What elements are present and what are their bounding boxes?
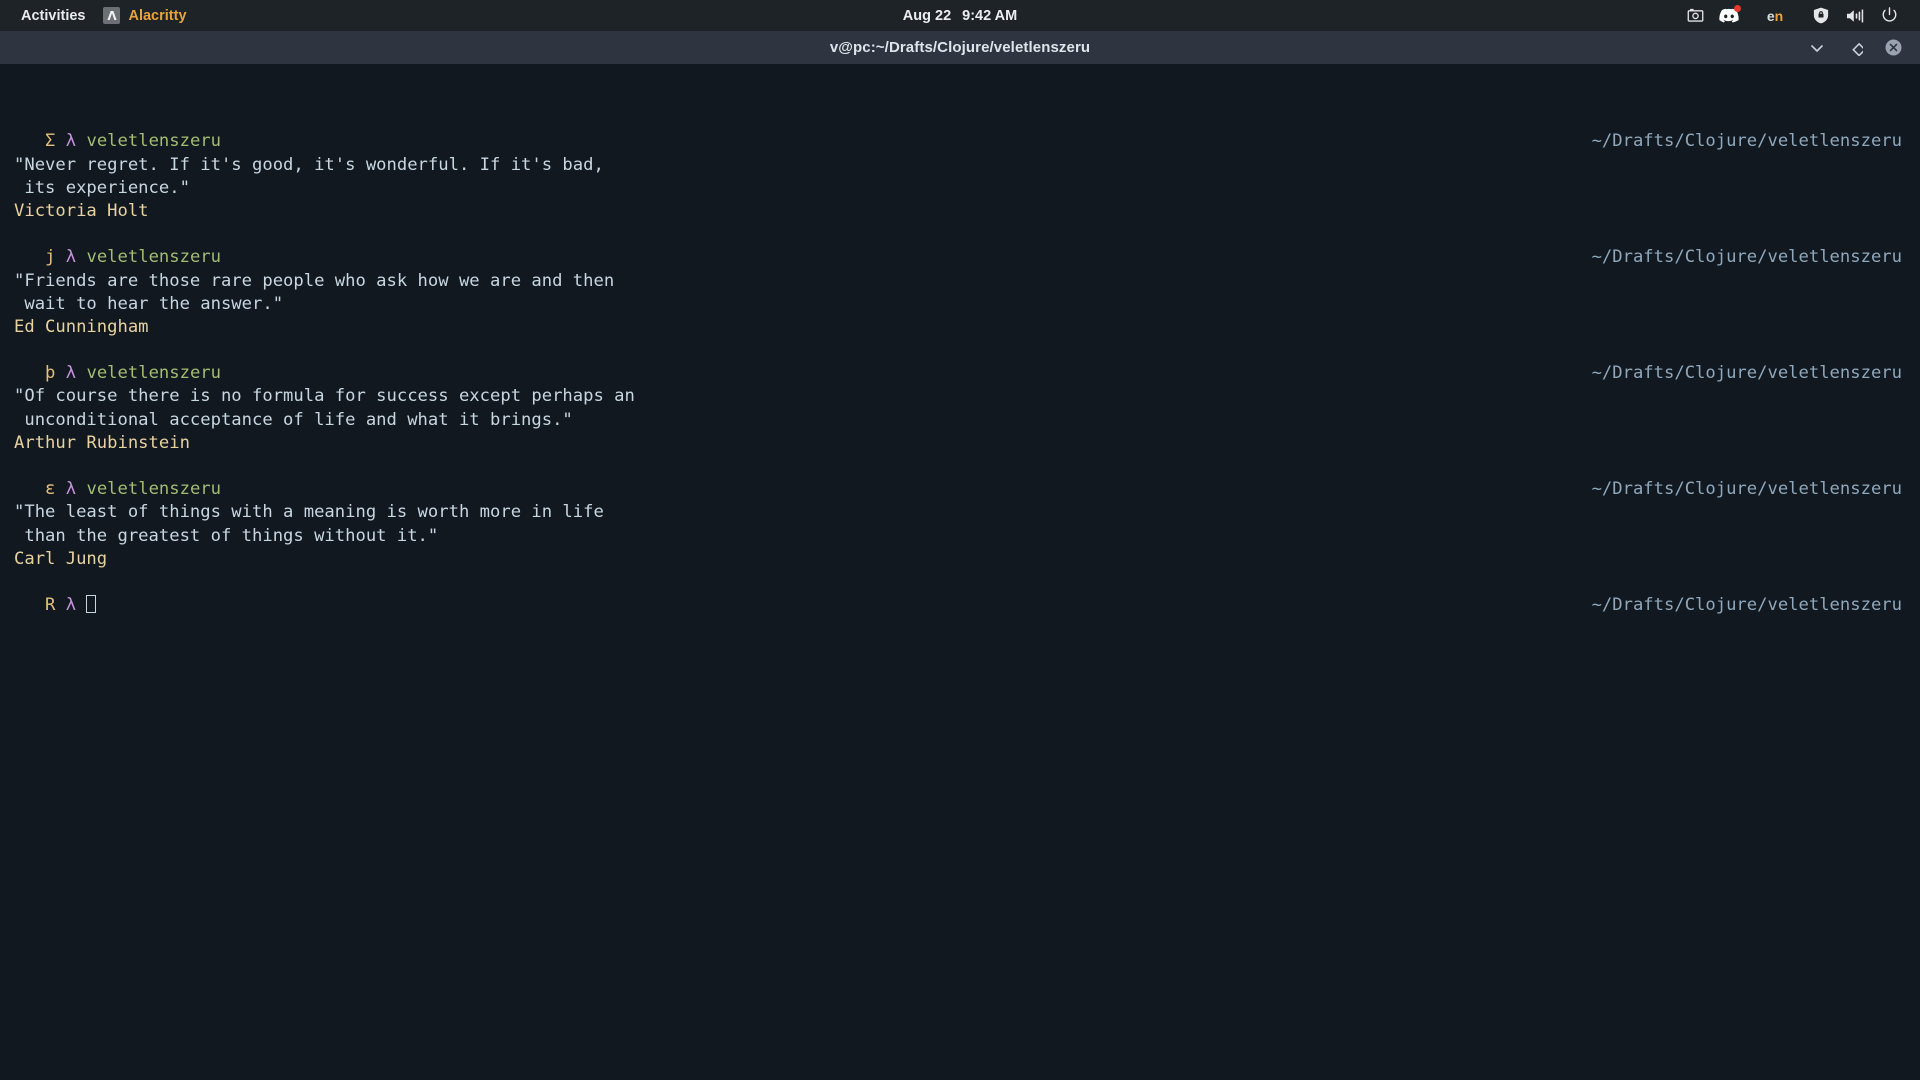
window-title: v@pc:~/Drafts/Clojure/veletlenszeru (829, 39, 1091, 56)
app-menu-button[interactable]: Λ Alacritty (94, 0, 195, 31)
window-titlebar[interactable]: v@pc:~/Drafts/Clojure/veletlenszeru (0, 31, 1920, 64)
clock-button[interactable]: Aug 22 9:42 AM (895, 8, 1025, 24)
prompt-lambda-icon: λ (65, 131, 77, 152)
close-button[interactable] (1882, 37, 1904, 59)
quote-text-line: "Friends are those rare people who ask h… (14, 270, 615, 291)
prompt-lambda-icon: λ (65, 595, 77, 616)
clock-time: 9:42 AM (962, 7, 1018, 24)
quote-text-line: "Of course there is no formula for succe… (14, 386, 635, 407)
maximize-button[interactable] (1844, 37, 1866, 59)
prompt-directory: veletlenszeru (86, 479, 222, 500)
quote-author: Carl Jung (14, 548, 108, 569)
minimize-button[interactable] (1806, 37, 1828, 59)
quote-text-line: "Never regret. If it's good, it's wonder… (14, 154, 604, 175)
language-indicator-part1: e (1766, 7, 1775, 24)
prompt-directory: veletlenszeru (86, 363, 222, 384)
volume-icon[interactable] (1838, 0, 1872, 31)
prompt-indent (14, 131, 45, 151)
shell-prompt-line: j λ veletlenszeru ~/Drafts/Clojure/veletl… (0, 246, 1920, 269)
quote-block: Σ λ veletlenszeru ~/Drafts/Clojure/veletl… (0, 130, 1920, 223)
prompt-lambda-icon: λ (65, 479, 77, 500)
prompt-symbol: þ (45, 363, 56, 384)
terminal-output[interactable]: Σ λ veletlenszeru ~/Drafts/Clojure/veletl… (0, 64, 1920, 1080)
discord-notification-badge (1734, 5, 1741, 12)
shell-prompt-line-active[interactable]: R λ ~/Drafts/Clojure/veletlenszeru (0, 594, 1920, 617)
top-bar-left-group: Activities Λ Alacritty (12, 0, 196, 31)
app-menu-label: Alacritty (128, 7, 187, 24)
prompt-directory: veletlenszeru (86, 247, 222, 268)
screenshot-icon[interactable] (1678, 0, 1712, 31)
window-controls (1806, 37, 1920, 59)
quote-text-line: "The least of things with a meaning is w… (14, 502, 604, 523)
prompt-cwd-right: ~/Drafts/Clojure/veletlenszeru (1591, 479, 1902, 500)
prompt-symbol: ε (45, 479, 56, 500)
quote-author: Arthur Rubinstein (14, 432, 190, 453)
prompt-indent (14, 247, 45, 267)
prompt-lambda-icon: λ (65, 247, 77, 268)
prompt-symbol: j (45, 247, 56, 268)
quote-block: þ λ veletlenszeru ~/Drafts/Clojure/veletl… (0, 362, 1920, 455)
quote-author: Ed Cunningham (14, 316, 149, 337)
shell-prompt-line: ε λ veletlenszeru ~/Drafts/Clojure/veletl… (0, 478, 1920, 501)
quote-author: Victoria Holt (14, 200, 149, 221)
power-icon[interactable] (1872, 0, 1906, 31)
prompt-cwd-right: ~/Drafts/Clojure/veletlenszeru (1591, 363, 1902, 384)
alacritty-icon: Λ (103, 7, 121, 24)
prompt-indent (14, 595, 45, 615)
quote-text-line: than the greatest of things without it." (14, 525, 439, 546)
prompt-directory: veletlenszeru (86, 131, 222, 152)
system-tray: en (1678, 0, 1906, 31)
text-cursor (86, 595, 97, 614)
activities-label: Activities (21, 7, 86, 24)
terminal-content: Σ λ veletlenszeru ~/Drafts/Clojure/veletl… (0, 130, 1920, 617)
shield-icon[interactable] (1804, 0, 1838, 31)
prompt-symbol: R (45, 595, 56, 616)
activities-button[interactable]: Activities (12, 0, 94, 31)
prompt-cwd-right: ~/Drafts/Clojure/veletlenszeru (1591, 131, 1902, 152)
shell-prompt-line: þ λ veletlenszeru ~/Drafts/Clojure/veletl… (0, 362, 1920, 385)
prompt-indent (14, 363, 45, 383)
gnome-top-bar: Activities Λ Alacritty Aug 22 9:42 AM e … (0, 0, 1920, 31)
prompt-lambda-icon: λ (65, 363, 77, 384)
clock-date: Aug 22 (902, 7, 952, 24)
shell-prompt-line: Σ λ veletlenszeru ~/Drafts/Clojure/veletl… (0, 130, 1920, 153)
language-indicator-part2: n (1774, 7, 1784, 24)
discord-icon[interactable] (1712, 0, 1746, 31)
quote-text-line: wait to hear the answer." (14, 293, 284, 314)
quote-text-line: its experience." (14, 177, 190, 198)
prompt-indent (14, 479, 45, 499)
language-indicator[interactable]: en (1746, 0, 1804, 31)
prompt-cwd-right: ~/Drafts/Clojure/veletlenszeru (1591, 595, 1902, 616)
prompt-symbol: Σ (45, 131, 56, 152)
prompt-cwd-right: ~/Drafts/Clojure/veletlenszeru (1591, 247, 1902, 268)
top-bar-center-group: Aug 22 9:42 AM (0, 0, 1920, 31)
active-prompt-block: R λ ~/Drafts/Clojure/veletlenszeru (0, 594, 1920, 617)
quote-block: j λ veletlenszeru ~/Drafts/Clojure/veletl… (0, 246, 1920, 339)
quote-block: ε λ veletlenszeru ~/Drafts/Clojure/veletl… (0, 478, 1920, 571)
quote-text-line: unconditional acceptance of life and wha… (14, 409, 573, 430)
